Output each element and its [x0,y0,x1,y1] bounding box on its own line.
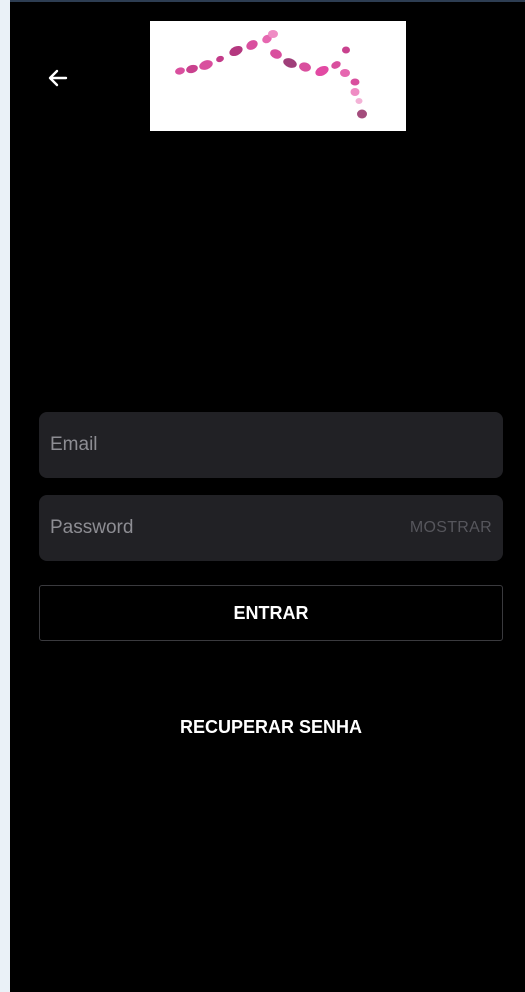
email-field[interactable] [39,412,503,478]
app-logo [150,21,406,131]
show-password-button[interactable]: MOSTRAR [410,519,492,537]
login-button[interactable]: ENTRAR [39,585,503,641]
login-screen: MOSTRAR ENTRAR RECUPERAR SENHA [10,0,525,992]
back-button[interactable] [40,62,76,98]
email-input[interactable] [50,434,492,456]
arrow-left-icon [46,66,70,95]
pink-dots-logo-icon [175,30,367,119]
password-input[interactable] [50,517,410,539]
recover-password-link[interactable]: RECUPERAR SENHA [39,717,503,738]
password-field[interactable]: MOSTRAR [39,495,503,561]
